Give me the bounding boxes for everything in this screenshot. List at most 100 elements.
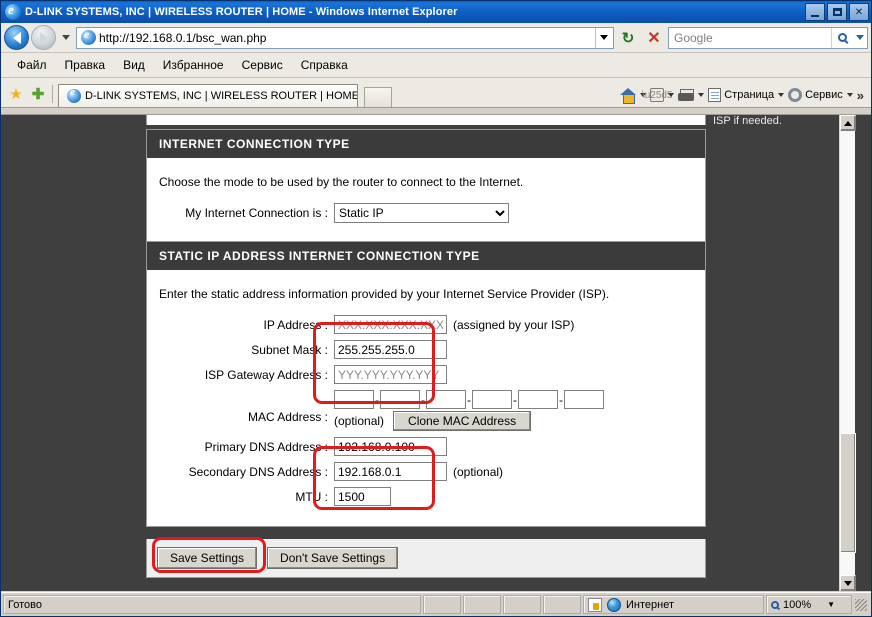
lock-icon (588, 598, 602, 612)
clone-mac-address-button[interactable]: Clone MAC Address (393, 411, 531, 431)
refresh-button[interactable]: ↻ (616, 26, 640, 50)
title-bar: D-LINK SYSTEMS, INC | WIRELESS ROUTER | … (1, 1, 871, 23)
stop-button[interactable]: ✕ (642, 26, 666, 50)
chevron-down-icon[interactable] (698, 93, 704, 97)
scroll-down-button[interactable] (840, 575, 856, 591)
isp-note-text: ISP if needed. (713, 115, 833, 127)
resize-grip[interactable] (855, 599, 867, 611)
search-provider-dropdown[interactable] (853, 28, 867, 48)
scroll-up-button[interactable] (840, 115, 856, 131)
mac-octet-3-input[interactable] (426, 390, 466, 409)
gear-icon (788, 88, 802, 102)
tab-strip: ★ ✚ D-LINK SYSTEMS, INC | WIRELESS ROUTE… (1, 78, 871, 108)
menu-item-edit[interactable]: Правка (57, 55, 114, 75)
chevron-down-icon[interactable] (668, 93, 674, 97)
scrollbar-thumb[interactable] (840, 433, 856, 553)
mac-address-fields: - - - - - (334, 390, 604, 409)
internet-explorer-icon (5, 4, 21, 20)
chevron-down-icon (856, 35, 864, 40)
chevron-down-icon[interactable] (847, 93, 853, 97)
secondary-dns-row: Secondary DNS Address : (optional) (159, 462, 693, 481)
menu-item-help[interactable]: Справка (293, 55, 356, 75)
tab-favicon-icon (67, 89, 81, 103)
page-scrollbar-vertical[interactable] (839, 115, 855, 591)
secondary-dns-label: Secondary DNS Address : (159, 465, 334, 479)
page-menu-label: Страница (724, 89, 774, 101)
mtu-label: MTU : (159, 490, 334, 504)
page-background: ISP if needed. INTERNET CONNECTION TYPE … (1, 115, 855, 591)
zoom-control[interactable]: 100% ▼ (766, 595, 852, 614)
status-text: Готово (3, 595, 421, 614)
maximize-button[interactable] (827, 3, 847, 21)
minimize-button[interactable] (805, 3, 825, 21)
mtu-row: MTU : (159, 487, 693, 506)
tab-label: D-LINK SYSTEMS, INC | WIRELESS ROUTER | … (85, 90, 358, 102)
secondary-dns-input[interactable] (334, 462, 447, 481)
mac-octet-2-input[interactable] (380, 390, 420, 409)
home-button[interactable] (617, 86, 639, 104)
page-menu-button[interactable]: Страница (705, 86, 777, 104)
connection-mode-label: My Internet Connection is : (159, 206, 334, 220)
address-bar[interactable]: http://192.168.0.1/bsc_wan.php (76, 27, 614, 49)
connection-mode-row: My Internet Connection is : Static IP (159, 203, 693, 239)
connection-mode-select[interactable]: Static IP (334, 203, 509, 223)
internet-connection-type-body: Choose the mode to be used by the router… (147, 158, 705, 239)
feeds-button[interactable]: \u25d5 (647, 86, 667, 104)
close-icon: ✕ (855, 7, 863, 18)
ip-address-input[interactable] (334, 315, 447, 334)
search-submit-button[interactable] (831, 28, 853, 48)
zoom-level-label: 100% (783, 599, 811, 611)
search-input[interactable]: Google (669, 31, 831, 45)
globe-icon (607, 598, 621, 612)
menu-item-tools[interactable]: Сервис (234, 55, 291, 75)
mac-octet-6-input[interactable] (564, 390, 604, 409)
menu-item-view[interactable]: Вид (115, 55, 153, 75)
status-slot-1 (423, 595, 461, 614)
new-tab-button[interactable] (364, 87, 392, 107)
ip-address-hint: (assigned by your ISP) (453, 318, 574, 332)
navigation-bar: http://192.168.0.1/bsc_wan.php ↻ ✕ Googl… (1, 23, 871, 53)
primary-dns-label: Primary DNS Address : (159, 440, 334, 454)
previous-section-stub (146, 114, 706, 125)
add-to-favorites-icon[interactable]: ✚ (27, 81, 49, 107)
mac-octet-4-input[interactable] (472, 390, 512, 409)
mac-octet-5-input[interactable] (518, 390, 558, 409)
save-settings-button[interactable]: Save Settings (157, 547, 257, 569)
close-button[interactable]: ✕ (849, 3, 869, 21)
chevron-down-icon[interactable] (778, 93, 784, 97)
arrow-left-icon (13, 32, 21, 44)
zoom-caret-icon[interactable]: ▼ (827, 600, 835, 609)
back-button[interactable] (4, 25, 29, 50)
menu-bar: Файл Правка Вид Избранное Сервис Справка (1, 53, 871, 78)
primary-dns-input[interactable] (334, 437, 447, 456)
static-ip-description: Enter the static address information pro… (159, 270, 693, 315)
status-slot-4 (543, 595, 581, 614)
menu-item-favorites[interactable]: Избранное (155, 55, 232, 75)
print-button[interactable] (675, 87, 697, 104)
subnet-mask-label: Subnet Mask : (159, 343, 334, 357)
search-box[interactable]: Google (668, 27, 868, 49)
primary-dns-row: Primary DNS Address : (159, 437, 693, 456)
recent-pages-caret-icon[interactable] (62, 35, 70, 40)
subnet-mask-input[interactable] (334, 340, 447, 359)
security-zone-indicator[interactable]: Интернет (583, 595, 764, 614)
mac-octet-1-input[interactable] (334, 390, 374, 409)
zoom-icon (771, 601, 779, 609)
browser-window: D-LINK SYSTEMS, INC | WIRELESS ROUTER | … (0, 0, 872, 617)
tools-menu-label: Сервис (805, 89, 843, 101)
forward-button[interactable] (31, 25, 56, 50)
browser-tab[interactable]: D-LINK SYSTEMS, INC | WIRELESS ROUTER | … (58, 84, 358, 107)
address-dropdown-button[interactable] (595, 28, 612, 48)
dont-save-settings-button[interactable]: Don't Save Settings (267, 547, 398, 569)
mtu-input[interactable] (334, 487, 391, 506)
favorites-center-icon[interactable]: ★ (5, 81, 27, 107)
tools-menu-button[interactable]: Сервис (785, 86, 846, 104)
toolbar-overflow-icon[interactable]: » (854, 88, 867, 103)
chevron-up-icon (844, 121, 852, 126)
window-controls: ✕ (805, 3, 869, 21)
isp-gateway-input[interactable] (334, 365, 447, 384)
toolbar-divider (52, 85, 53, 103)
menu-item-file[interactable]: Файл (9, 55, 55, 75)
chevron-down-icon (600, 35, 608, 40)
address-input[interactable]: http://192.168.0.1/bsc_wan.php (99, 31, 595, 45)
